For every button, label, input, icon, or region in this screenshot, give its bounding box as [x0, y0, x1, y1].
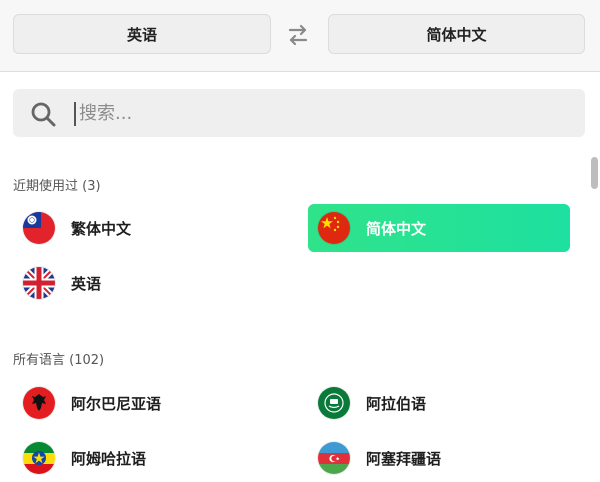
- language-item-amharic[interactable]: 阿姆哈拉语: [13, 434, 275, 482]
- language-item-english[interactable]: 英语: [13, 259, 275, 307]
- text-cursor: [74, 102, 76, 126]
- language-label: 繁体中文: [71, 219, 132, 238]
- azerbaijan-flag-icon: [318, 442, 350, 474]
- target-language-button[interactable]: 简体中文: [328, 14, 585, 54]
- language-item-simplified-chinese[interactable]: 简体中文: [308, 204, 570, 252]
- language-pair-bar: 英语 简体中文: [0, 0, 600, 72]
- language-label: 阿拉伯语: [366, 394, 427, 413]
- language-item-traditional-chinese[interactable]: 繁体中文: [13, 204, 275, 252]
- china-flag-icon: [318, 212, 350, 244]
- ethiopia-flag-icon: [23, 442, 55, 474]
- search-icon: [29, 100, 57, 128]
- recent-section-title: 近期使用过 (3): [13, 179, 101, 194]
- language-label: 简体中文: [366, 219, 427, 238]
- uk-flag-icon: [23, 267, 55, 299]
- language-item-arabic[interactable]: 阿拉伯语: [308, 379, 570, 427]
- source-language-button[interactable]: 英语: [13, 14, 271, 54]
- albania-flag-icon: [23, 387, 55, 419]
- scrollbar-thumb[interactable]: [591, 157, 598, 189]
- language-label: 阿姆哈拉语: [71, 449, 147, 468]
- language-label: 阿尔巴尼亚语: [71, 394, 162, 413]
- taiwan-flag-icon: [23, 212, 55, 244]
- language-label: 阿塞拜疆语: [366, 449, 442, 468]
- source-language-label: 英语: [126, 25, 157, 44]
- arab-league-flag-icon: [318, 387, 350, 419]
- language-label: 英语: [71, 274, 102, 293]
- search-input[interactable]: [79, 97, 559, 129]
- all-languages-section-title: 所有语言 (102): [13, 353, 105, 368]
- language-item-azerbaijani[interactable]: 阿塞拜疆语: [308, 434, 570, 482]
- language-item-albanian[interactable]: 阿尔巴尼亚语: [13, 379, 275, 427]
- swap-arrows-icon[interactable]: [284, 22, 312, 48]
- target-language-label: 简体中文: [426, 25, 487, 44]
- list-scrollbar[interactable]: [589, 155, 599, 477]
- search-box: [13, 89, 585, 137]
